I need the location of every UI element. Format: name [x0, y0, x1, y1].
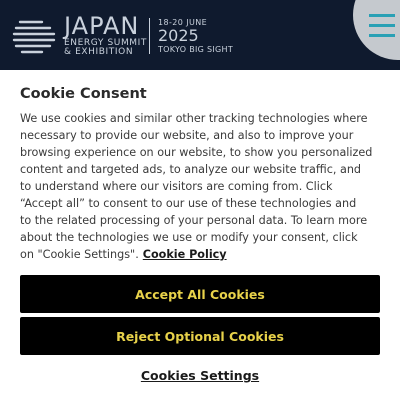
brand-subtitle-2: & EXHIBITION — [64, 47, 134, 57]
logo-icon — [12, 20, 56, 54]
event-year: 2025 — [158, 26, 199, 45]
cookies-settings-link[interactable]: Cookies Settings — [0, 368, 400, 383]
cookie-policy-link[interactable]: Cookie Policy — [143, 248, 227, 261]
site-header: JAPAN ENERGY SUMMIT & EXHIBITION 18-20 J… — [0, 0, 400, 70]
consent-text-line: to the related processing of your person… — [20, 214, 368, 227]
brand-title: JAPAN — [64, 12, 140, 40]
consent-text-line: about the technologies we use or modify … — [20, 231, 358, 244]
consent-text-line: on "Cookie Settings". — [20, 248, 139, 261]
accept-all-cookies-button[interactable]: Accept All Cookies — [20, 275, 380, 313]
consent-text-line: necessary to provide our website, and al… — [20, 129, 354, 142]
consent-text-line: content and targeted ads, to analyze our… — [20, 163, 362, 176]
hamburger-menu-icon[interactable] — [369, 14, 395, 40]
event-venue: TOKYO BIG SIGHT — [158, 45, 234, 54]
reject-optional-cookies-button[interactable]: Reject Optional Cookies — [20, 317, 380, 355]
consent-text-line: browsing experience on our website, to s… — [20, 146, 373, 159]
header-divider — [149, 18, 150, 54]
consent-text-line: to understand where our visitors are com… — [20, 180, 333, 193]
consent-text-line: We use cookies and similar other trackin… — [20, 112, 368, 125]
consent-text-line: “Accept all” to consent to our use of th… — [20, 197, 357, 210]
cookie-consent-title: Cookie Consent — [20, 86, 147, 102]
cookie-consent-text: We use cookies and similar other trackin… — [20, 110, 385, 263]
consent-text-last-line: on "Cookie Settings". Cookie Policy — [20, 246, 385, 263]
